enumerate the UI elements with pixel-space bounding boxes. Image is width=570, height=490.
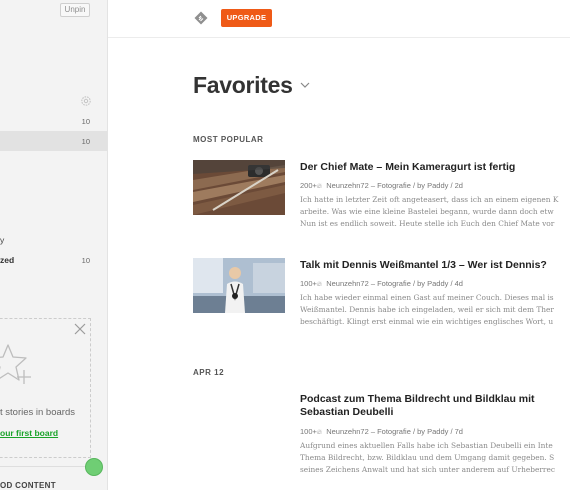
- article-title[interactable]: Der Chief Mate – Mein Kameragurt ist fer…: [300, 161, 515, 173]
- section-header: APR 12: [193, 368, 225, 377]
- excerpt-line: seines Zeichens Anwalt und hat sich unte…: [300, 465, 555, 474]
- feedly-logo-icon[interactable]: [194, 11, 208, 25]
- article-excerpt[interactable]: Aufgrund eines aktuellen Falls habe ich …: [300, 440, 570, 476]
- flame-icon: 🔥︎: [316, 429, 323, 436]
- boards-promo-text: t stories in boards: [0, 407, 75, 418]
- article-title[interactable]: Talk mit Dennis Weißmantel 1/3 – Wer ist…: [300, 259, 547, 271]
- create-first-board-link[interactable]: our first board: [0, 428, 58, 438]
- engagement-count: 100+: [300, 427, 317, 436]
- sidebar-item-count: 10: [81, 117, 90, 126]
- section-header: MOST POPULAR: [193, 135, 264, 144]
- top-bar: UPGRADE: [108, 0, 570, 38]
- article-excerpt[interactable]: Ich habe wieder einmal einen Gast auf me…: [300, 292, 570, 328]
- unpin-button[interactable]: Unpin: [60, 3, 90, 17]
- article-source: Neunzehn72 – Fotografie / by Paddy / 2d: [326, 181, 463, 190]
- article-excerpt[interactable]: Ich hatte in letzter Zeit oft angeteaser…: [300, 194, 570, 230]
- engagement-count: 100+: [300, 279, 317, 288]
- excerpt-line: Ich habe wieder einmal einen Gast auf me…: [300, 293, 554, 302]
- divider: [0, 466, 90, 467]
- excerpt-line: Weißmantel. Dennis habe ich eingeladen, …: [300, 305, 554, 314]
- page-title: Favorites: [193, 72, 293, 98]
- close-icon[interactable]: [74, 323, 86, 335]
- article-thumbnail[interactable]: [193, 258, 285, 313]
- sidebar-item[interactable]: 10: [0, 111, 107, 131]
- gear-icon[interactable]: [80, 95, 92, 107]
- excerpt-line: arbeite. Was wie eine kleine Bastelei be…: [300, 207, 554, 216]
- excerpt-line: Aufgrund eines aktuellen Falls habe ich …: [300, 441, 553, 450]
- status-dot[interactable]: [85, 458, 103, 476]
- excerpt-line: beschäftigt. Klingt erst einmal wie ein …: [300, 317, 554, 326]
- article-meta: 100+🔥︎ Neunzehn72 – Fotografie / by Padd…: [300, 279, 463, 289]
- article-thumbnail[interactable]: [193, 160, 285, 215]
- upgrade-button[interactable]: UPGRADE: [221, 9, 272, 27]
- excerpt-line: Ich hatte in letzter Zeit oft angeteaser…: [300, 195, 559, 204]
- sidebar-item[interactable]: y: [0, 230, 107, 250]
- sidebar: Unpin 10 10 y zed 10 t stories in boards…: [0, 0, 108, 490]
- article-title[interactable]: Podcast zum Thema Bildrecht und Bildklau…: [300, 393, 550, 419]
- sidebar-item-count: 10: [81, 137, 90, 146]
- article-source: Neunzehn72 – Fotografie / by Paddy / 4d: [326, 279, 463, 288]
- engagement-count: 200+: [300, 181, 317, 190]
- sidebar-item-count: 10: [81, 256, 90, 265]
- sidebar-item-label: zed: [0, 255, 15, 265]
- star-plus-icon: [0, 344, 31, 384]
- sidebar-section-label: OD CONTENT: [0, 481, 56, 490]
- sidebar-item[interactable]: zed 10: [0, 250, 107, 270]
- flame-icon: 🔥︎: [316, 281, 323, 288]
- sidebar-item-label: y: [0, 235, 5, 245]
- article-meta: 100+🔥︎ Neunzehn72 – Fotografie / by Padd…: [300, 427, 463, 437]
- article-meta: 200+🔥︎ Neunzehn72 – Fotografie / by Padd…: [300, 181, 463, 191]
- excerpt-line: Nun ist es endlich soweit. Heute stelle …: [300, 219, 555, 228]
- flame-icon: 🔥︎: [316, 183, 323, 190]
- article-source: Neunzehn72 – Fotografie / by Paddy / 7d: [326, 427, 463, 436]
- sidebar-item-favorites[interactable]: 10: [0, 131, 107, 151]
- excerpt-line: Thema Bildrecht, bzw. Bildklau und dem U…: [300, 453, 555, 462]
- chevron-down-icon[interactable]: [300, 81, 310, 89]
